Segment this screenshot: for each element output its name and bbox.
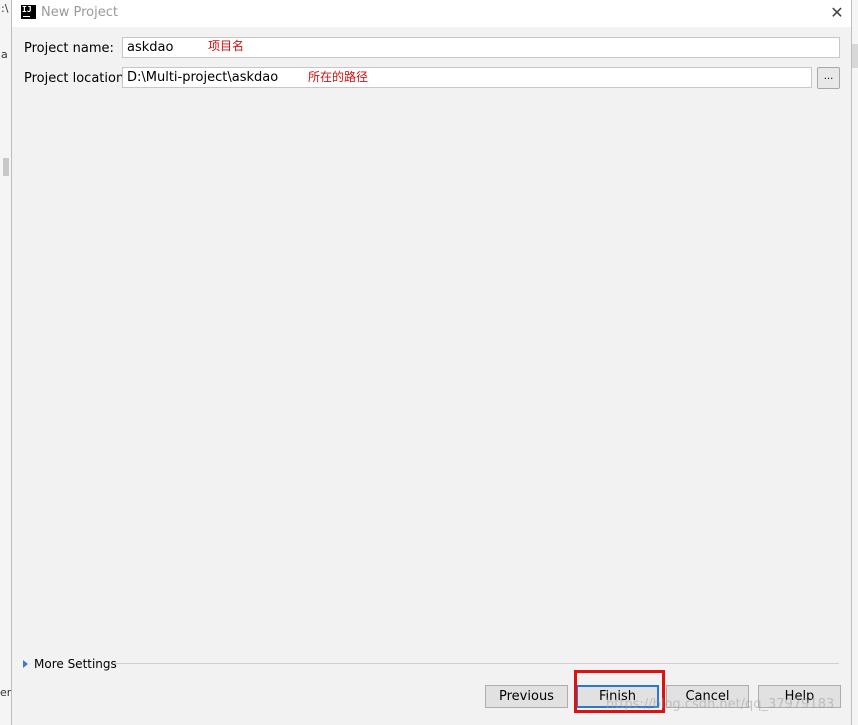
project-name-annotation: 项目名 bbox=[208, 39, 245, 53]
background-scroll-mark bbox=[3, 158, 9, 176]
new-project-dialog: IJ New Project ✕ Project name: askdao 项目… bbox=[11, 0, 852, 725]
more-settings-toggle[interactable]: More Settings bbox=[23, 656, 117, 672]
close-icon[interactable]: ✕ bbox=[827, 3, 847, 23]
background-text-fragment: er bbox=[0, 686, 12, 699]
project-name-label: Project name: bbox=[24, 41, 114, 56]
project-location-annotation: 所在的路径 bbox=[308, 70, 369, 84]
window-title: New Project bbox=[41, 5, 118, 20]
title-bar: IJ New Project ✕ bbox=[12, 0, 851, 27]
project-location-label: Project location: bbox=[24, 71, 129, 86]
separator-line bbox=[114, 663, 839, 664]
more-settings-label: More Settings bbox=[34, 657, 117, 671]
project-location-input[interactable]: D:\Multi-project\askdao bbox=[122, 67, 812, 88]
background-window-left bbox=[0, 0, 11, 725]
watermark-text: https://blog.csdn.net/qq_37979183 bbox=[606, 697, 835, 712]
intellij-icon: IJ bbox=[21, 5, 36, 19]
background-tab-mark bbox=[851, 44, 858, 68]
expand-triangle-icon bbox=[23, 660, 28, 668]
previous-button[interactable]: Previous bbox=[485, 685, 568, 708]
background-text-fragment: a bbox=[1, 48, 8, 61]
browse-button[interactable]: ... bbox=[817, 67, 840, 89]
background-text-fragment: :\ bbox=[1, 2, 9, 15]
